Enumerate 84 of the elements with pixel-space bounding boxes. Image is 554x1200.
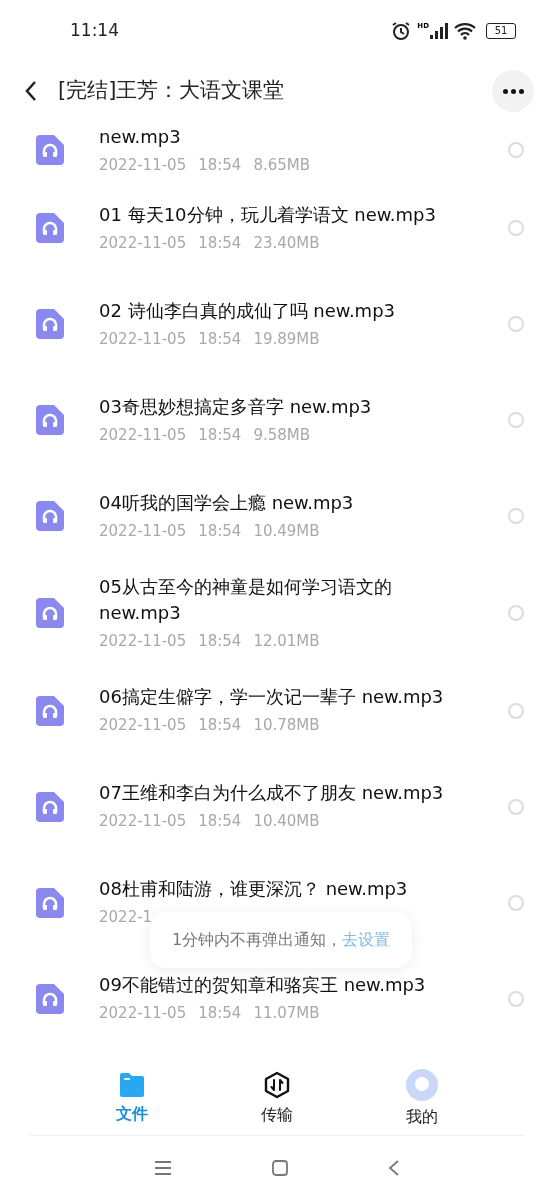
file-name: 02 诗仙李白真的成仙了吗 new.mp3	[99, 298, 397, 323]
file-name: 01 每天10分钟，玩儿着学语文 new.mp3	[99, 202, 437, 227]
file-size: 10.78MB	[253, 715, 320, 737]
wifi-icon	[454, 22, 476, 40]
file-row[interactable]: 07王维和李白为什么成不了朋友 new.mp3 2022-11-05 18:54 10.40MB	[0, 758, 554, 855]
file-row[interactable]: 05从古至今的神童是如何学习语文的 new.mp3 2022-11-05 18:54 12.01MB	[0, 564, 554, 663]
avatar-icon	[405, 1068, 438, 1101]
file-size: 11.07MB	[253, 1003, 320, 1025]
select-radio[interactable]	[508, 316, 524, 332]
file-size: 12.01MB	[253, 631, 320, 652]
select-radio[interactable]	[508, 412, 524, 428]
transfer-icon	[263, 1070, 291, 1099]
file-date: 2022-11-05	[99, 715, 187, 737]
page-title: [完结]王芳：大语文课堂	[58, 77, 285, 105]
file-date: 2022-11-05	[99, 520, 187, 542]
audio-file-icon	[36, 213, 64, 243]
file-date: 2022-11-05	[99, 811, 187, 833]
file-row[interactable]: 06搞定生僻字，学一次记一辈子 new.mp3 2022-11-05 18:54 10.78MB	[0, 662, 554, 759]
audio-file-icon	[36, 309, 64, 339]
file-size: 10.40MB	[253, 811, 320, 833]
audio-file-icon	[36, 598, 64, 629]
select-radio[interactable]	[508, 798, 524, 815]
audio-file-icon	[36, 405, 64, 435]
file-size: 10.49MB	[253, 520, 320, 542]
file-row[interactable]: 01 每天10分钟，玩儿着学语文 new.mp3 2022-11-05 18:54 23.40MB	[0, 180, 554, 276]
file-size: 19.89MB	[253, 328, 320, 350]
folder-icon	[118, 1071, 147, 1098]
file-time: 18:54	[198, 232, 242, 254]
audio-file-icon	[36, 791, 64, 822]
back-icon[interactable]	[24, 80, 38, 102]
audio-file-icon	[36, 501, 64, 531]
select-radio[interactable]	[508, 702, 524, 719]
toast-message: 1分钟内不再弹出通知，	[171, 929, 343, 951]
battery-indicator: 51	[486, 23, 516, 39]
file-row[interactable]: new.mp3 2022-11-05 18:54 8.65MB	[0, 120, 554, 180]
file-name: new.mp3	[99, 124, 182, 149]
file-row[interactable]: 03奇思妙想搞定多音字 new.mp3 2022-11-05 18:54 9.58MB	[0, 372, 554, 468]
nav-tab[interactable]: 文件	[92, 1071, 173, 1126]
file-date: 2022-11-05	[99, 154, 187, 176]
audio-file-icon	[36, 983, 64, 1014]
audio-file-icon	[36, 135, 64, 165]
file-size: 9.58MB	[253, 424, 311, 446]
file-row[interactable]: 04听我的国学会上瘾 new.mp3 2022-11-05 18:54 10.49MB	[0, 468, 554, 564]
file-time: 18:54	[198, 328, 242, 350]
file-time: 18:54	[198, 811, 242, 833]
nav-tab[interactable]: 传输	[237, 1070, 317, 1127]
file-date: 2022-1	[99, 907, 153, 929]
file-name: 04听我的国学会上瘾 new.mp3	[99, 490, 355, 515]
file-time: 18:54	[198, 715, 242, 737]
file-size: 8.65MB	[253, 154, 311, 176]
file-date: 2022-11-05	[99, 424, 187, 446]
select-radio[interactable]	[508, 894, 524, 911]
select-radio[interactable]	[508, 142, 524, 158]
file-name: 09不能错过的贺知章和骆宾王 new.mp3	[99, 973, 427, 998]
file-time: 18:54	[198, 1003, 242, 1025]
file-date: 2022-11-05	[99, 328, 187, 350]
signal-icon	[430, 23, 448, 39]
file-date: 2022-11-05	[99, 1003, 187, 1025]
home-icon[interactable]	[272, 1160, 288, 1176]
audio-file-icon	[36, 887, 64, 918]
select-radio[interactable]	[508, 508, 524, 524]
file-name: 06搞定生僻字，学一次记一辈子 new.mp3	[99, 685, 445, 710]
file-row[interactable]: 09不能错过的贺知章和骆宾王 new.mp3 2022-11-05 18:54 11.07MB	[0, 950, 554, 1047]
file-time: 18:54	[198, 631, 242, 652]
file-name: 05从古至今的神童是如何学习语文的 new.mp3	[99, 575, 393, 625]
select-radio[interactable]	[508, 220, 524, 236]
file-time: 18:54	[198, 520, 242, 542]
clock: 11:14	[70, 19, 119, 43]
alarm-icon	[391, 21, 412, 41]
nav-tab[interactable]: 我的	[381, 1068, 462, 1129]
file-date: 2022-11-05	[99, 232, 187, 254]
file-row[interactable]: 02 诗仙李白真的成仙了吗 new.mp3 2022-11-05 18:54 19.89MB	[0, 276, 554, 372]
file-time: 18:54	[198, 424, 242, 446]
more-button[interactable]	[492, 70, 534, 112]
file-name: 07王维和李白为什么成不了朋友 new.mp3	[99, 781, 445, 806]
file-name: 03奇思妙想搞定多音字 new.mp3	[99, 394, 373, 419]
file-size: 23.40MB	[253, 232, 320, 254]
menu-icon[interactable]	[154, 1160, 172, 1176]
file-time: 18:54	[198, 154, 242, 176]
select-radio[interactable]	[508, 990, 524, 1007]
file-date: 2022-11-05	[99, 631, 187, 652]
select-radio[interactable]	[508, 605, 524, 622]
file-name: 08杜甫和陆游，谁更深沉？ new.mp3	[99, 877, 409, 902]
audio-file-icon	[36, 695, 64, 726]
